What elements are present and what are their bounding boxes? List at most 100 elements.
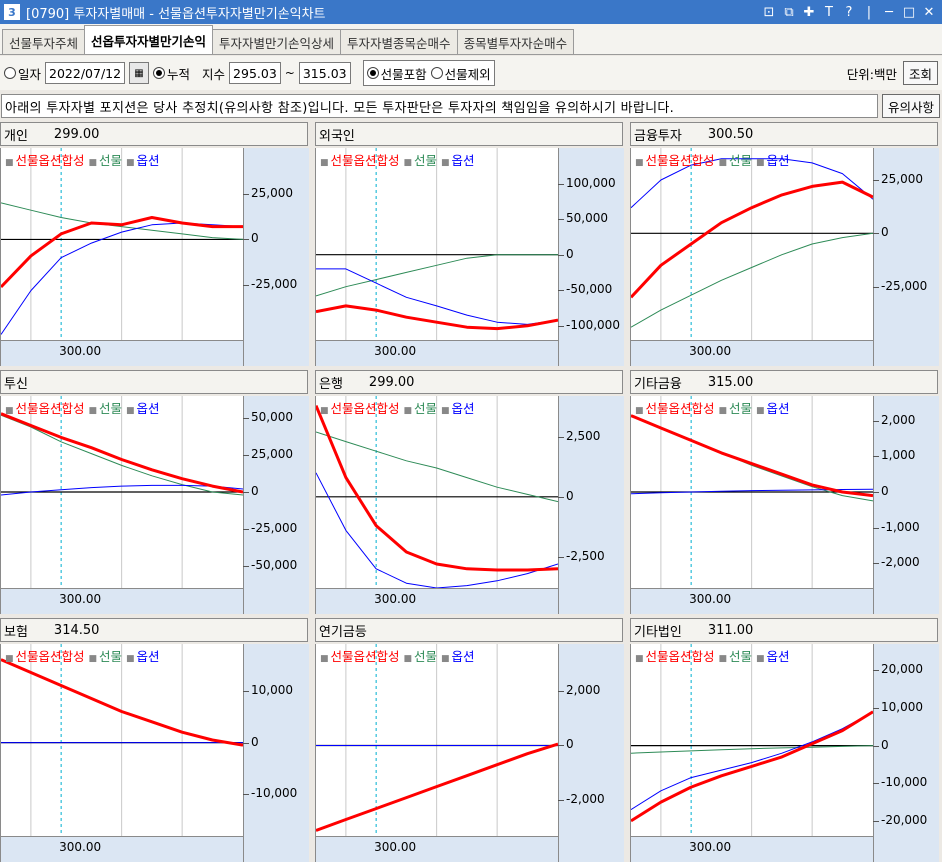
legend-futures: 선물 (99, 649, 123, 664)
radio-cumulative-label: 누적 (167, 66, 191, 82)
x-axis (1, 340, 243, 366)
panel-investment-trust: 투신 ■ 선물옵션합성 ■ 선물 ■ 옵션 50,000 25,000 0 -25,000 -5… (0, 370, 309, 614)
panel-chart[interactable]: ■ 선물옵션합성 ■ 선물 ■ 옵션 50,000 25,000 0 -25,000 -50,… (0, 396, 309, 614)
y-tick-label: 0 (881, 225, 889, 240)
legend-options-marker: ■ (441, 158, 450, 168)
panel-header: 보험 314.50 (0, 618, 308, 642)
legend-combined: 선물옵션합성 (645, 649, 715, 664)
radio-exclude-futures[interactable]: 선물제외 (430, 64, 491, 83)
radio-exclude-futures-dot[interactable] (430, 67, 443, 79)
x-axis (631, 836, 873, 862)
panel-chart[interactable]: ■ 선물옵션합성 ■ 선물 ■ 옵션 10,000 0 -10,000 300.00 (0, 644, 309, 862)
panel-header: 금융투자 300.50 (630, 122, 938, 146)
index-to-input[interactable]: 315.03 (298, 62, 351, 84)
panel-other-finance: 기타금융 315.00 ■ 선물옵션합성 ■ 선물 ■ 옵션 2,000 1,000 0 -1,… (630, 370, 939, 614)
y-tick-label: 0 (566, 246, 574, 261)
radio-cumulative[interactable]: 누적 (153, 64, 190, 83)
x-axis (1, 836, 243, 862)
window-controls: ⊡ ⧉ ✚ T ? | ─ □ ✕ (762, 5, 936, 20)
y-tick (558, 436, 564, 438)
date-input[interactable]: 2022/07/12 (45, 62, 126, 84)
y-tick (873, 563, 879, 565)
help-icon[interactable]: ? (842, 5, 856, 20)
y-tick-label: 2,000 (566, 682, 601, 697)
y-tick-label: 100,000 (566, 175, 616, 190)
y-tick-label: -50,000 (566, 282, 613, 297)
panel-chart[interactable]: ■ 선물옵션합성 ■ 선물 ■ 옵션 25,000 0 -25,000 300.00 (630, 148, 939, 366)
index-label: 지수 (202, 66, 226, 82)
y-tick (558, 219, 564, 221)
y-tick (873, 456, 879, 458)
y-tick-label: -10,000 (251, 786, 298, 801)
panel-header: 투신 (0, 370, 308, 394)
panel-foreign: 외국인 ■ 선물옵션합성 ■ 선물 ■ 옵션 100,000 50,000 0 -50,000… (315, 122, 624, 366)
y-tick (558, 183, 564, 185)
panel-chart[interactable]: ■ 선물옵션합성 ■ 선물 ■ 옵션 2,000 0 -2,000 300.00 (315, 644, 624, 862)
pin-icon[interactable]: ✚ (802, 5, 816, 20)
y-tick (243, 690, 249, 692)
index-from-input[interactable]: 295.03 (229, 62, 281, 84)
close-icon[interactable]: ✕ (922, 5, 936, 20)
window-link-icon[interactable]: ⊡ (762, 5, 776, 20)
y-tick (558, 556, 564, 558)
radio-include-futures-label: 선물포함 (380, 66, 427, 82)
x-axis (631, 588, 873, 614)
panel-chart[interactable]: ■ 선물옵션합성 ■ 선물 ■ 옵션 2,000 1,000 0 -1,000 -2,000 3… (630, 396, 939, 614)
panel-chart[interactable]: ■ 선물옵션합성 ■ 선물 ■ 옵션 100,000 50,000 0 -50,000 -10… (315, 148, 624, 366)
legend-combined: 선물옵션합성 (330, 153, 400, 168)
legend-futures-marker: ■ (718, 654, 728, 664)
tab-futures-investors[interactable]: 선물투자주체 (2, 29, 86, 54)
tab-investor-expiry-pnl-detail[interactable]: 투자자별만기손익상세 (212, 29, 342, 54)
radio-include-futures[interactable]: 선물포함 (366, 64, 427, 83)
y-tick-label: -10,000 (881, 775, 928, 790)
query-button[interactable]: 조회 (902, 61, 938, 85)
control-divider: | (866, 4, 872, 20)
panel-pension-fund: 연기금등 ■ 선물옵션합성 ■ 선물 ■ 옵션 2,000 0 -2,000 300.00 (315, 618, 624, 862)
legend-combined-marker: ■ (635, 406, 644, 416)
x-axis (316, 836, 558, 862)
radio-date[interactable]: 일자 (4, 64, 41, 83)
tab-investor-item-net-buy[interactable]: 투자자별종목순매수 (340, 29, 458, 54)
y-tick (243, 528, 249, 530)
panel-chart[interactable]: ■ 선물옵션합성 ■ 선물 ■ 옵션 2,500 0 -2,500 300.00 (315, 396, 624, 614)
maximize-icon[interactable]: □ (902, 5, 916, 20)
font-size-icon[interactable]: T (822, 5, 836, 20)
y-tick-label: -20,000 (881, 812, 928, 827)
radio-include-futures-dot[interactable] (366, 67, 379, 79)
legend-options: 옵션 (766, 649, 790, 664)
panel-bank: 은행 299.00 ■ 선물옵션합성 ■ 선물 ■ 옵션 2,500 0 -2,500 300.… (315, 370, 624, 614)
legend-options-marker: ■ (756, 406, 765, 416)
panel-header: 외국인 (315, 122, 623, 146)
x-tick-label: 300.00 (374, 592, 417, 606)
legend-futures: 선물 (414, 649, 438, 664)
y-tick (873, 527, 879, 529)
y-tick-label: -25,000 (251, 277, 298, 292)
radio-cumulative-dot[interactable] (153, 67, 166, 79)
legend-futures: 선물 (414, 401, 438, 416)
legend-combined: 선물옵션합성 (645, 153, 715, 168)
y-tick-label: 25,000 (881, 172, 923, 186)
notice-button[interactable]: 유의사항 (881, 94, 940, 118)
x-axis (1, 588, 243, 614)
panel-chart[interactable]: ■ 선물옵션합성 ■ 선물 ■ 옵션 20,000 10,000 0 -10,000 -20,… (630, 644, 939, 862)
radio-date-dot[interactable] (4, 67, 16, 79)
window-duplicate-icon[interactable]: ⧉ (782, 5, 796, 20)
x-tick-label: 300.00 (374, 840, 417, 854)
y-tick (243, 565, 249, 567)
title-bar: 3 [0790] 투자자별매매 - 선물옵션투자자별만기손익차트 ⊡ ⧉ ✚ T… (0, 0, 942, 24)
chart-legend: ■ 선물옵션합성 ■ 선물 ■ 옵션 (635, 150, 790, 169)
y-tick (873, 708, 879, 709)
calendar-icon[interactable]: ▦ (129, 62, 150, 84)
y-tick (873, 492, 879, 493)
y-tick (558, 745, 564, 747)
y-tick-label: 0 (881, 484, 889, 498)
panel-chart[interactable]: ■ 선물옵션합성 ■ 선물 ■ 옵션 25,000 0 -25,000 300.00 (0, 148, 309, 366)
legend-futures-marker: ■ (718, 158, 728, 168)
tab-investor-expiry-pnl[interactable]: 선옵투자자별만기손익 (84, 25, 214, 54)
legend-combined: 선물옵션합성 (15, 153, 85, 168)
legend-futures: 선물 (729, 401, 753, 416)
panel-header: 개인 299.00 (0, 122, 308, 146)
minimize-icon[interactable]: ─ (882, 5, 896, 20)
tab-item-investor-net-buy[interactable]: 종목별투자자순매수 (456, 29, 575, 54)
legend-combined-marker: ■ (5, 158, 14, 168)
